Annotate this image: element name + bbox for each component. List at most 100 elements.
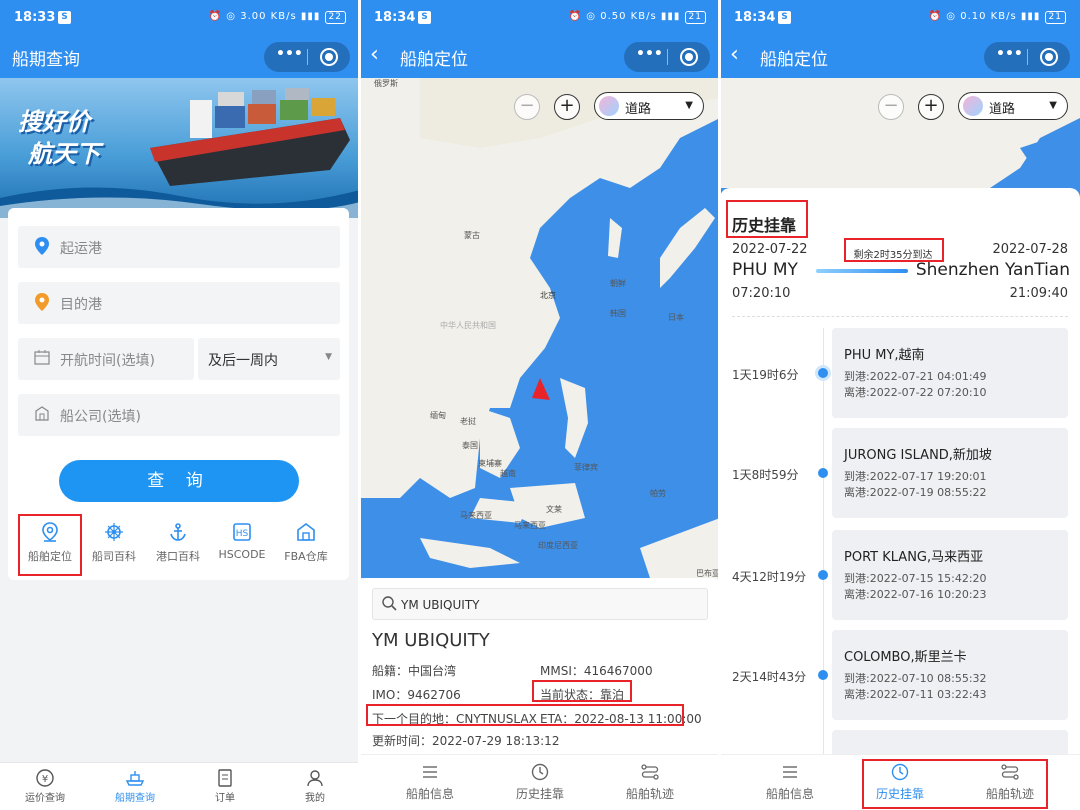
time-range-value: 及后一周内	[208, 353, 278, 369]
stop-card[interactable]: PHU MY,越南 到港:2022-07-21 04:01:49 离港:2022…	[832, 328, 1068, 418]
map-label: 朝鲜	[610, 279, 626, 288]
quick-label: 船舶定位	[28, 550, 72, 563]
vessel-status: 当前状态：靠泊	[540, 688, 625, 702]
map-layer-select[interactable]: 道路 ▼	[594, 92, 704, 120]
panel-divider	[358, 0, 361, 810]
close-miniprogram-icon[interactable]	[680, 48, 698, 66]
nav-port-history[interactable]: 历史挂靠	[490, 755, 590, 810]
destination-port-field[interactable]: 目的港	[18, 282, 340, 324]
map-layer-icon	[599, 96, 619, 116]
nav-vessel-info[interactable]: 船舶信息	[740, 755, 840, 810]
zoom-out-button[interactable]: −	[514, 94, 540, 120]
more-icon[interactable]: •••	[276, 46, 303, 62]
search-form: 起运港 目的港 开航时间(选填) 及后一周内 ▼ 船公司(选填) 查 询 船舶定…	[8, 208, 349, 580]
map-label: 俄罗斯	[374, 79, 398, 88]
stop-card[interactable]: COLOMBO,斯里兰卡 到港:2022-07-10 08:55:32 离港:2…	[832, 630, 1068, 720]
nav-vessel-track[interactable]: 船舶轨迹	[960, 755, 1060, 810]
vessel-search-input[interactable]: YM UBIQUITY	[372, 588, 708, 620]
tab-me[interactable]: 我的	[270, 763, 360, 810]
tab-label: 运价查询	[25, 793, 65, 804]
map-layer-icon	[963, 96, 983, 116]
port-history-panel: 历史挂靠 2022-07-22 2022-07-28 剩余2时35分到达 PHU…	[720, 188, 1080, 754]
more-icon[interactable]: •••	[636, 46, 663, 62]
notification-icon: S	[58, 11, 71, 24]
stop-card[interactable]: JURONG ISLAND,新加坡 到港:2022-07-17 19:20:01…	[832, 428, 1068, 518]
tab-label: 我的	[305, 793, 325, 804]
status-time: 18:34	[734, 10, 776, 25]
quick-port-wiki[interactable]: 港口百科	[146, 512, 210, 576]
stop-card[interactable]: PORT KLANG,马来西亚 到港:2022-07-15 15:42:20 离…	[832, 530, 1068, 620]
tab-freight-quote[interactable]: ¥ 运价查询	[0, 763, 90, 810]
vessel-info-sheet: YM UBIQUITY YM UBIQUITY 船籍：中国台湾 MMSI：416…	[360, 578, 720, 810]
svg-text:¥: ¥	[42, 774, 48, 785]
sail-time-field[interactable]: 开航时间(选填)	[18, 338, 194, 380]
map-label: 老挝	[460, 417, 476, 426]
tab-label: 订单	[215, 793, 235, 804]
tab-bar: ¥ 运价查询 船期查询 订单 我的	[0, 762, 360, 810]
map-label: 越南	[500, 469, 516, 478]
capsule-divider	[307, 49, 308, 65]
departure-date: 2022-07-22	[732, 242, 808, 257]
anchor-icon	[168, 522, 188, 542]
network-speed: 3.00 KB/s	[240, 11, 297, 22]
quick-label: 港口百科	[156, 550, 200, 563]
page-title: 船舶定位	[760, 50, 828, 70]
quick-carrier-wiki[interactable]: 船司百科	[82, 512, 146, 576]
nav-bar: 船期查询 •••	[0, 36, 360, 78]
banner-slogan-1: 搜好价	[18, 108, 90, 136]
nav-label: 历史挂靠	[515, 787, 564, 801]
time-range-select[interactable]: 及后一周内 ▼	[198, 338, 340, 380]
next-destination: 下一个目的地：CNYTNUSLAX	[372, 712, 537, 726]
timeline-dot	[818, 670, 828, 680]
quick-vessel-location[interactable]: 船舶定位	[18, 512, 82, 576]
mini-program-capsule[interactable]: •••	[624, 42, 710, 72]
location-pin-icon	[34, 293, 50, 313]
map-label: 缅甸	[430, 411, 446, 420]
back-arrow-icon[interactable]: ‹	[370, 42, 379, 67]
mini-program-capsule[interactable]: •••	[984, 42, 1070, 72]
origin-port-placeholder: 起运港	[60, 241, 102, 257]
update-time: 更新时间：2022-07-29 18:13:12	[372, 734, 560, 748]
tab-schedule[interactable]: 船期查询	[90, 763, 180, 810]
zoom-out-button[interactable]: −	[878, 94, 904, 120]
company-icon	[34, 405, 50, 425]
zoom-in-button[interactable]: +	[554, 94, 580, 120]
network-speed: 0.10 KB/s	[960, 11, 1017, 22]
network-speed: 0.50 KB/s	[600, 11, 657, 22]
search-button[interactable]: 查 询	[59, 460, 299, 502]
mini-program-capsule[interactable]: •••	[264, 42, 350, 72]
vessel-mmsi: MMSI：416467000	[540, 664, 653, 678]
origin-port-field[interactable]: 起运港	[18, 226, 340, 268]
bottom-nav: 船舶信息 历史挂靠 船舶轨迹	[720, 754, 1080, 810]
nav-vessel-track[interactable]: 船舶轨迹	[600, 755, 700, 810]
promo-banner[interactable]: 搜好价 航天下	[0, 78, 360, 218]
nav-vessel-info[interactable]: 船舶信息	[380, 755, 480, 810]
quick-fba-warehouse[interactable]: FBA仓库	[274, 512, 338, 576]
carrier-field[interactable]: 船公司(选填)	[18, 394, 340, 436]
phone-screen-schedule: 18:33 S ⏰ ◎ 3.00 KB/s ▮▮▮ 22 船期查询 ••• 搜好…	[0, 0, 360, 810]
map-layer-select[interactable]: 道路 ▼	[958, 92, 1068, 120]
search-value: YM UBIQUITY	[401, 598, 480, 612]
notification-icon: S	[418, 11, 431, 24]
stop-departure: 离港:2022-07-22 07:20:10	[844, 386, 987, 399]
map-land	[360, 78, 720, 578]
vessel-name: YM UBIQUITY	[372, 630, 490, 651]
tab-orders[interactable]: 订单	[180, 763, 270, 810]
close-miniprogram-icon[interactable]	[1040, 48, 1058, 66]
chevron-down-icon: ▼	[1049, 100, 1057, 111]
battery-icon: 21	[1044, 11, 1066, 24]
back-arrow-icon[interactable]: ‹	[730, 42, 739, 67]
route-icon	[641, 763, 659, 781]
more-icon[interactable]: •••	[996, 46, 1023, 62]
zoom-in-button[interactable]: +	[918, 94, 944, 120]
nav-port-history[interactable]: 历史挂靠	[850, 755, 950, 810]
status-time: 18:33	[14, 10, 56, 25]
stop-card-partial[interactable]	[832, 730, 1068, 754]
location-pin-icon	[40, 522, 60, 542]
carrier-placeholder: 船公司(选填)	[60, 409, 141, 425]
map-label: 泰国	[462, 441, 478, 450]
battery-icon: 21	[684, 11, 706, 24]
vessel-map[interactable]: 蒙古 北京 中华人民共和国 朝鲜 韩国 日本 缅甸 老挝 泰国 柬埔寨 越南 菲…	[360, 78, 720, 578]
quick-hscode[interactable]: HS HSCODE	[210, 512, 274, 576]
close-miniprogram-icon[interactable]	[320, 48, 338, 66]
